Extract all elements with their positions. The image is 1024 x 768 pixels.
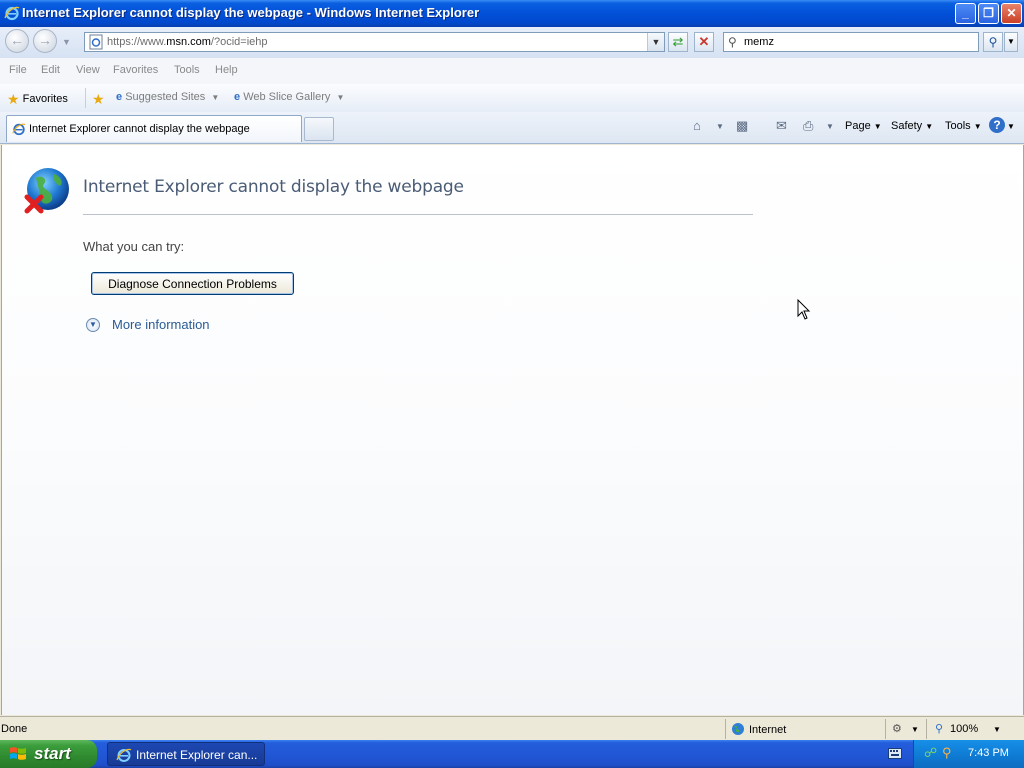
ie-taskbar-icon bbox=[116, 748, 132, 762]
expand-chevron-icon: ▼ bbox=[86, 318, 100, 332]
page-menu-button[interactable]: Page ▼ bbox=[845, 120, 882, 132]
status-divider bbox=[885, 719, 886, 739]
protected-mode-icon[interactable]: ⚙ bbox=[892, 722, 902, 735]
refresh-button[interactable]: ⇄ bbox=[668, 32, 688, 52]
title-bar: Internet Explorer cannot display the web… bbox=[0, 0, 1024, 27]
safety-menu-button[interactable]: Safety ▼ bbox=[891, 120, 933, 132]
stop-button[interactable]: ✕ bbox=[694, 32, 714, 52]
back-arrow-icon: ← bbox=[10, 32, 24, 48]
status-divider bbox=[725, 719, 726, 739]
search-button[interactable]: ⚲ bbox=[983, 32, 1003, 52]
forward-arrow-icon: → bbox=[38, 32, 52, 48]
windows-logo-icon bbox=[10, 747, 26, 760]
keyboard-icon[interactable] bbox=[888, 748, 902, 759]
menu-file[interactable]: File bbox=[9, 64, 27, 76]
recent-pages-dropdown[interactable]: ▼ bbox=[62, 37, 71, 47]
print-button[interactable]: ⎙ bbox=[803, 118, 813, 134]
feeds-icon[interactable]: ▩ bbox=[736, 118, 748, 134]
star-icon: ★ bbox=[7, 91, 20, 107]
url-text: https://www.msn.com/?ocid=iehp bbox=[107, 36, 268, 48]
minimize-button[interactable]: _ bbox=[955, 3, 976, 24]
search-options-dropdown[interactable]: ▼ bbox=[1004, 32, 1018, 52]
web-slice-gallery-button[interactable]: e Web Slice Gallery ▼ bbox=[234, 91, 344, 103]
error-heading: Internet Explorer cannot display the web… bbox=[83, 177, 464, 197]
zoom-dropdown-icon[interactable]: ▼ bbox=[993, 725, 1001, 734]
menu-bar: File Edit View Favorites Tools Help bbox=[0, 58, 1024, 85]
suggested-sites-button[interactable]: e Suggested Sites ▼ bbox=[116, 91, 219, 103]
network-icon[interactable]: ☍ bbox=[924, 745, 937, 761]
menu-view[interactable]: View bbox=[76, 64, 100, 76]
internet-zone-icon bbox=[732, 723, 744, 735]
search-box[interactable]: ⚲ bbox=[723, 32, 979, 52]
help-icon[interactable]: ? bbox=[989, 117, 1005, 133]
taskbar-item-internet-explorer[interactable]: Internet Explorer can... bbox=[107, 742, 265, 766]
menu-favorites[interactable]: Favorites bbox=[113, 64, 158, 76]
add-favorite-icon: ★ bbox=[92, 91, 105, 107]
ie-page-icon: e bbox=[116, 91, 123, 103]
security-zone[interactable]: Internet bbox=[731, 722, 786, 736]
suggested-sites-dropdown-icon: ▼ bbox=[211, 93, 220, 102]
page-icon bbox=[89, 34, 103, 50]
home-button[interactable]: ⌂ bbox=[693, 118, 701, 133]
add-to-favorites-bar-button[interactable]: ★ bbox=[92, 91, 105, 108]
zoom-icon: ⚲ bbox=[935, 723, 944, 735]
zoom-level[interactable]: 100% bbox=[950, 723, 978, 735]
address-toolbar: ← → ▼ https://www.msn.com/?ocid=iehp ▼ ⇄… bbox=[0, 27, 1024, 58]
back-button[interactable]: ← bbox=[5, 29, 29, 53]
restore-button[interactable]: ❐ bbox=[978, 3, 999, 24]
what-you-can-try-label: What you can try: bbox=[83, 239, 185, 254]
stop-icon: ✕ bbox=[698, 34, 710, 49]
address-dropdown[interactable]: ▼ bbox=[647, 33, 664, 51]
tools-menu-button[interactable]: Tools ▼ bbox=[945, 120, 982, 132]
tab-current[interactable]: Internet Explorer cannot display the web… bbox=[6, 115, 302, 142]
favorites-button[interactable]: ★ Favorites bbox=[7, 91, 68, 108]
web-slice-dropdown-icon: ▼ bbox=[336, 93, 345, 102]
search-input[interactable] bbox=[744, 35, 964, 49]
help-dropdown-icon[interactable]: ▼ bbox=[1007, 122, 1015, 131]
start-button[interactable]: start bbox=[0, 740, 97, 768]
refresh-icon: ⇄ bbox=[672, 34, 684, 49]
system-tray: ☍ ⚲ 7:43 PM bbox=[913, 740, 1024, 768]
read-mail-icon[interactable]: ✉ bbox=[776, 118, 787, 134]
window-title: Internet Explorer cannot display the web… bbox=[22, 5, 480, 20]
diagnose-connection-problems-button[interactable]: Diagnose Connection Problems bbox=[91, 272, 294, 295]
tab-bar: Internet Explorer cannot display the web… bbox=[0, 112, 1024, 144]
search-provider-icon: ⚲ bbox=[728, 35, 737, 49]
clock[interactable]: 7:43 PM bbox=[968, 747, 1009, 759]
page-content: Internet Explorer cannot display the web… bbox=[1, 145, 1024, 715]
new-tab-button[interactable] bbox=[304, 117, 334, 141]
favorites-bar: ★ Favorites ★ e Suggested Sites ▼ e Web … bbox=[0, 84, 1024, 113]
home-dropdown-icon[interactable]: ▼ bbox=[716, 122, 724, 131]
menu-help[interactable]: Help bbox=[215, 64, 238, 76]
favorites-separator bbox=[85, 88, 86, 108]
ie-logo-icon bbox=[4, 6, 20, 21]
protected-mode-dropdown-icon[interactable]: ▼ bbox=[911, 725, 919, 734]
forward-button[interactable]: → bbox=[33, 29, 57, 53]
print-dropdown-icon[interactable]: ▼ bbox=[826, 122, 834, 131]
heading-divider bbox=[83, 214, 753, 215]
search-icon: ⚲ bbox=[988, 35, 998, 49]
menu-tools[interactable]: Tools bbox=[174, 64, 200, 76]
taskbar: start Internet Explorer can... ☍ ⚲ 7:43 … bbox=[0, 740, 1024, 768]
address-bar[interactable]: https://www.msn.com/?ocid=iehp ▼ bbox=[84, 32, 665, 52]
status-divider bbox=[926, 719, 927, 739]
close-button[interactable]: ✕ bbox=[1001, 3, 1022, 24]
menu-edit[interactable]: Edit bbox=[41, 64, 60, 76]
search-tray-icon[interactable]: ⚲ bbox=[942, 745, 952, 761]
status-bar: Done Internet ⚙ ▼ ⚲ 100% ▼ bbox=[0, 716, 1024, 741]
mouse-cursor-icon bbox=[797, 299, 811, 320]
globe-error-icon bbox=[24, 168, 69, 214]
ie-page-icon: e bbox=[234, 91, 241, 103]
ie-tab-icon bbox=[12, 123, 26, 136]
status-text: Done bbox=[1, 723, 28, 735]
